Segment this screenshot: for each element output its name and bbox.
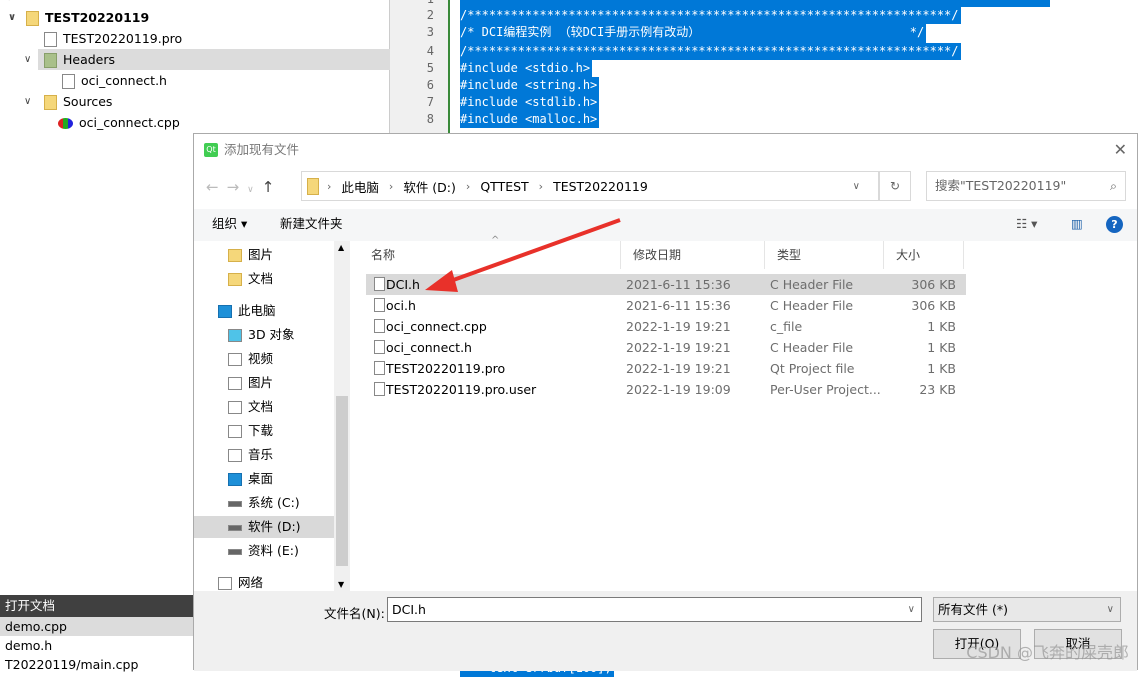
arrow-shaft (444, 218, 621, 285)
arrow-head (425, 270, 458, 292)
annotation-arrow (425, 218, 621, 292)
